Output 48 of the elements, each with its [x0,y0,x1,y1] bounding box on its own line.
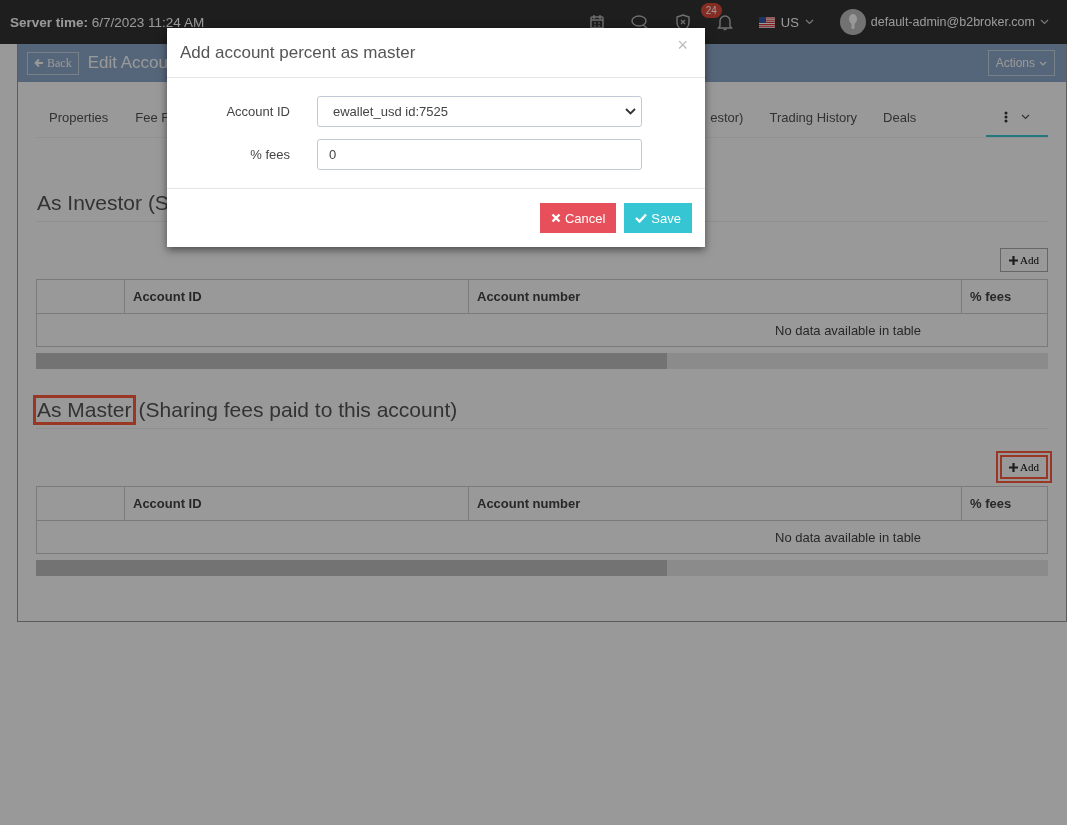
page-title: Edit Accou [87,53,168,73]
column-header[interactable]: Account ID [133,289,202,304]
plus-icon [1009,462,1019,472]
user-menu[interactable]: default-admin@b2broker.com [839,9,1049,35]
caret-icon [1039,60,1047,66]
calendar-icon[interactable] [588,14,605,30]
bell-icon[interactable] [716,13,733,31]
scrollbar[interactable] [36,560,1048,576]
add-button[interactable]: Add [1000,248,1048,272]
column-header[interactable]: Account number [477,289,581,304]
tab[interactable]: estor) [710,99,757,137]
empty-message: No data available in table [775,529,921,545]
section-title: As Investor (S [36,190,170,216]
chevron-icon [804,19,814,25]
section-subtitle: (Sharing fees paid to this account) [138,398,458,422]
scrollbar-thumb[interactable] [36,353,667,369]
chevron-icon [1021,114,1030,120]
check-icon [635,213,648,223]
section-title: As Master [33,395,136,425]
cancel-button[interactable]: Cancel [539,203,617,233]
modal-title: Add account percent as master [180,42,416,63]
column-header[interactable]: Account ID [133,496,202,511]
column-header[interactable]: % fees [970,496,1012,511]
notification-badge: 24 [700,2,722,18]
scrollbar[interactable] [36,353,1048,369]
kebab-icon [1004,111,1008,123]
tab[interactable]: Properties [36,99,122,137]
tab[interactable]: Deals [870,99,930,137]
empty-message: No data available in table [775,322,921,338]
chevron-icon [625,108,636,115]
arrow-left-icon [34,58,44,68]
flag-icon [758,16,775,28]
column-header[interactable]: % fees [970,289,1012,304]
field-label: Account ID [225,104,290,119]
account-select[interactable]: ewallet_usd id:7525 [317,96,642,127]
column-header[interactable]: Account number [477,496,581,511]
shield-icon[interactable] [674,13,691,31]
fees-input[interactable]: 0 [317,139,642,170]
plus-icon [1009,255,1019,265]
tab[interactable]: Trading History [756,99,871,137]
server-time: Server time: 6/7/2023 11:24 AM [10,14,205,30]
chat-icon[interactable] [630,14,649,30]
scrollbar-thumb[interactable] [36,560,667,576]
avatar-icon [839,9,866,35]
field-label: % fees [249,147,290,162]
language-dropdown[interactable]: US [758,14,814,30]
close-icon [550,213,561,223]
chevron-icon [1040,19,1049,25]
